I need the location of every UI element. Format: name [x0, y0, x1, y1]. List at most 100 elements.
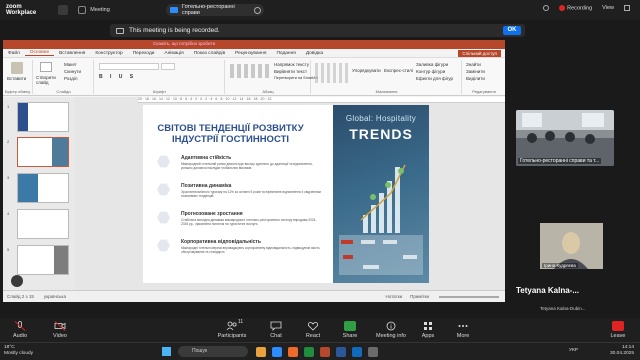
new-slide-button[interactable]: Створити слайд — [36, 75, 62, 85]
shield-icon[interactable] — [58, 5, 69, 15]
slide-thumb-1[interactable] — [17, 102, 69, 132]
screen-share-icon — [170, 7, 178, 13]
shape-fill-button[interactable]: Заливка фігури — [416, 62, 448, 67]
browser-icon[interactable] — [288, 347, 298, 357]
format-buttons[interactable]: B I U S — [99, 74, 136, 80]
more-button[interactable]: More — [443, 321, 483, 339]
zoom-logo: zoom Workplace — [6, 4, 37, 16]
editing-group: Знайти Замінити Виділити Редагування — [466, 62, 496, 94]
share-button[interactable]: Спільний доступ — [458, 49, 501, 57]
tab-file[interactable]: Файл — [3, 51, 25, 56]
text-direction-button[interactable]: Напрямок тексту — [274, 62, 309, 67]
tab-transitions[interactable]: Переходи — [128, 51, 160, 56]
arrange-button[interactable]: Упорядкувати — [352, 68, 381, 73]
clipboard-group: Вставити Буфер обміну — [3, 60, 33, 94]
windows-start-icon[interactable] — [162, 347, 171, 356]
slide-title: СВІТОВІ ТЕНДЕНЦІЇ РОЗВИТКУ ІНДУСТРІЇ ГОС… — [157, 123, 304, 145]
recording-notice-text: This meeting is being recorded. — [129, 27, 220, 34]
draw-tool-icon[interactable] — [11, 275, 23, 287]
shape-outline-button[interactable]: Контур фігури — [416, 69, 445, 74]
recording-indicator[interactable]: Recording — [559, 5, 592, 11]
paste-button[interactable]: Вставити — [7, 76, 26, 81]
quick-styles-button[interactable]: Експрес-стилі — [384, 68, 413, 73]
active-speaker-name[interactable]: Tetyana Kalna-... — [516, 286, 626, 295]
search-hint[interactable]: Скажіть, що потрібно зробити — [153, 41, 215, 46]
tab-home[interactable]: Основне — [24, 50, 55, 56]
word-icon[interactable] — [336, 347, 346, 357]
ok-button[interactable]: OK — [503, 26, 521, 35]
ppt-title-bar: Скажіть, що потрібно зробити — [3, 40, 505, 49]
video-button[interactable]: Video — [40, 321, 80, 339]
font-name-field[interactable] — [99, 63, 159, 70]
chrome-icon[interactable] — [304, 347, 314, 357]
reset-button[interactable]: Скинути — [64, 69, 81, 74]
zoom-toolbar: Audio Video Participants 11 Chat React S… — [0, 318, 640, 342]
participant-video-room[interactable]: Готельно-ресторанні справи та т... — [516, 110, 614, 166]
growth-chart-illustration — [339, 164, 423, 275]
tab-slideshow[interactable]: Показ слайдів — [189, 51, 230, 56]
participants-button[interactable]: Participants — [212, 321, 252, 339]
ribbon-tabs: Файл Основне Вставлення Конструктор Пере… — [3, 49, 505, 58]
slide-thumb-3[interactable] — [17, 173, 69, 203]
comments-button[interactable]: Примітки — [410, 294, 429, 299]
zoom-app-icon[interactable] — [272, 347, 282, 357]
tab-design[interactable]: Конструктор — [90, 51, 127, 56]
participants-count: 11 — [238, 319, 244, 325]
info-icon[interactable] — [543, 5, 550, 12]
tab-view[interactable]: Подання — [271, 51, 300, 56]
powerpoint-icon[interactable] — [320, 347, 330, 357]
paragraph-buttons[interactable] — [230, 64, 270, 78]
heart-icon — [308, 322, 318, 331]
layout-button[interactable]: Макет — [64, 62, 77, 67]
status-bar: Слайд 2 з 15 українська Нотатки Примітки — [3, 290, 505, 302]
current-slide[interactable]: СВІТОВІ ТЕНДЕНЦІЇ РОЗВИТКУ ІНДУСТРІЇ ГОС… — [143, 105, 429, 283]
audio-button[interactable]: Audio — [0, 321, 40, 339]
meeting-label[interactable]: Meeting — [90, 7, 110, 13]
tab-animations[interactable]: Анімація — [159, 51, 188, 56]
ribbon: Вставити Буфер обміну Створити слайд Мак… — [3, 58, 505, 96]
slide-thumb-4[interactable] — [17, 209, 69, 239]
shape-effects-button[interactable]: Ефекти для фігур — [416, 76, 453, 81]
notes-button[interactable]: Нотатки — [385, 294, 402, 299]
slide-thumb-5[interactable] — [17, 245, 69, 275]
participant-video-person[interactable]: Ірина Кудряєва — [540, 223, 603, 269]
hexagon-icon — [157, 183, 170, 196]
tab-insert[interactable]: Вставлення — [54, 51, 90, 56]
chat-button[interactable]: Chat — [256, 321, 296, 339]
chat-icon — [270, 321, 282, 331]
taskbar-search[interactable]: Пошук — [178, 346, 248, 357]
zoom-slider[interactable] — [439, 295, 499, 298]
view-button[interactable]: View — [602, 5, 614, 11]
paste-icon[interactable] — [11, 62, 23, 74]
maximize-icon[interactable] — [624, 5, 630, 12]
find-button[interactable]: Знайти — [466, 62, 481, 67]
font-size-field[interactable] — [161, 63, 175, 70]
language-indicator[interactable]: українська — [44, 294, 66, 299]
person-label: Ірина Кудряєва — [542, 263, 578, 268]
leave-button[interactable]: Leave — [598, 321, 638, 339]
more-options-icon[interactable] — [254, 6, 262, 14]
hexagon-icon — [157, 211, 170, 224]
recording-icon — [116, 27, 124, 34]
windows-taskbar: 18°C Mostly cloudy Пошук УКР 14:14 30.04… — [0, 342, 640, 360]
replace-button[interactable]: Замінити — [466, 69, 485, 74]
new-slide-icon[interactable] — [40, 62, 52, 72]
slide-thumb-2[interactable] — [17, 137, 69, 167]
weather-widget[interactable]: 18°C Mostly cloudy — [4, 345, 33, 357]
file-explorer-icon[interactable] — [256, 347, 266, 357]
microphone-muted-icon — [14, 321, 26, 331]
system-clock[interactable]: 14:14 30.04.2025 — [610, 345, 634, 357]
edge-icon[interactable] — [352, 347, 362, 357]
apps-button[interactable]: Apps — [408, 321, 448, 339]
align-text-button[interactable]: Вирівняти текст — [274, 69, 307, 74]
share-screen-button[interactable]: Share — [330, 321, 370, 339]
section-button[interactable]: Розділ — [64, 76, 77, 81]
screen-share-pill[interactable]: Готельно-ресторанні справи — [166, 4, 264, 16]
language-indicator[interactable]: УКР — [569, 348, 578, 353]
tab-review[interactable]: Рецензування — [230, 51, 271, 56]
shapes-gallery[interactable] — [315, 63, 349, 83]
tab-help[interactable]: Довідка — [301, 51, 328, 56]
app-icon[interactable] — [368, 347, 378, 357]
react-button[interactable]: React — [293, 321, 333, 339]
select-button[interactable]: Виділити — [466, 76, 485, 81]
